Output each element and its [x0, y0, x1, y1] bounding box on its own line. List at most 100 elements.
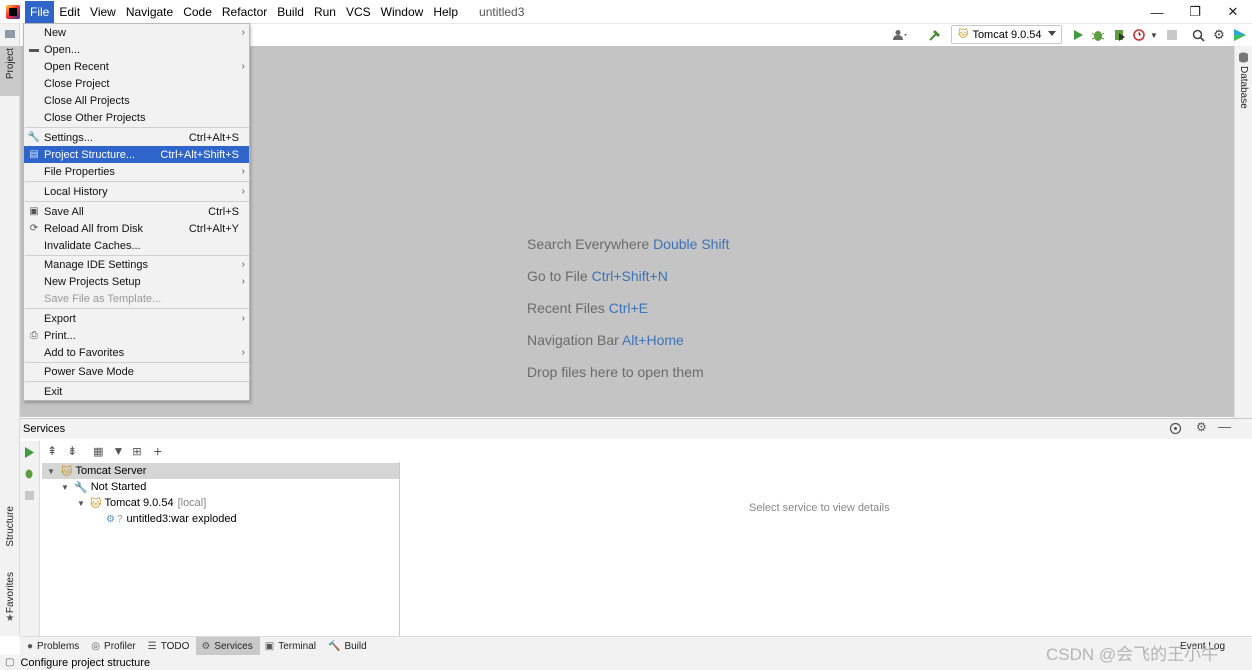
menu-edit[interactable]: Edit [54, 1, 85, 23]
services-tab-icon: ⚙ [201, 640, 211, 652]
menu-item-new-projects-setup[interactable]: New Projects Setup › [24, 273, 249, 290]
wrench-icon: 🔧 [74, 481, 88, 494]
menu-item-save-as-template: Save File as Template... [44, 292, 162, 305]
tomcat-icon: 🐱 [61, 465, 73, 478]
stop-icon[interactable] [1164, 27, 1180, 43]
menu-item-invalidate-caches[interactable]: Invalidate Caches... [24, 237, 249, 254]
chevron-down-icon: ▼ [77, 498, 85, 508]
submenu-arrow-icon: › [241, 61, 245, 72]
menu-item-close-other-projects[interactable]: Close Other Projects [24, 109, 249, 126]
todo-icon: ☰ [147, 640, 157, 652]
database-icon[interactable] [1238, 52, 1249, 63]
menu-item-settings[interactable]: 🔧 Settings... Ctrl+Alt+S [24, 129, 249, 146]
menu-window[interactable]: Window [376, 1, 429, 23]
hide-panel-icon[interactable]: — [1218, 419, 1231, 434]
collapse-all-icon[interactable]: ⇟ [67, 444, 77, 458]
menu-item-open-recent[interactable]: Open Recent › [24, 58, 249, 75]
tab-problems[interactable]: ● Problems [22, 637, 86, 656]
project-structure-icon: ▤ [29, 149, 39, 160]
project-view-icon[interactable] [0, 28, 20, 44]
run-icon[interactable] [1070, 27, 1086, 43]
menu-item-export[interactable]: Export › [24, 310, 249, 327]
menu-item-project-structure[interactable]: ▤ Project Structure... Ctrl+Alt+Shift+S [24, 146, 249, 163]
menu-item-manage-ide-settings[interactable]: Manage IDE Settings › [24, 256, 249, 273]
menu-file[interactable]: File [25, 0, 55, 23]
tab-services[interactable]: ⚙ Services [196, 636, 260, 656]
menu-item-close-all-projects[interactable]: Close All Projects [24, 92, 249, 109]
more-actions-chevron-icon[interactable]: ▼ [1146, 27, 1162, 43]
filter-icon[interactable]: ▼ [113, 444, 125, 458]
menu-item-close-project[interactable]: Close Project [24, 75, 249, 92]
services-run-icon[interactable] [24, 447, 35, 461]
tab-build[interactable]: 🔨 Build [323, 637, 374, 656]
tool-window-favorites[interactable]: Favorites ★ [0, 572, 20, 630]
tree-node-tomcat-server[interactable]: ▼ 🐱 Tomcat Server [42, 463, 399, 479]
hint-go-to-file: Go to File Ctrl+Shift+N [527, 268, 668, 284]
database-tab-label[interactable]: Database [1238, 66, 1249, 109]
project-title: untitled3 [479, 4, 525, 19]
menu-item-save-all[interactable]: ▣ Save All Ctrl+S [24, 203, 249, 220]
menu-item-open[interactable]: ▬ Open... [24, 41, 249, 58]
close-button[interactable]: ✕ [1214, 0, 1252, 24]
submenu-arrow-icon: › [241, 347, 245, 358]
tree-node-tomcat-instance[interactable]: ▼ 🐱 Tomcat 9.0.54 [local] [75, 495, 206, 511]
group-by-icon[interactable]: ▦ [93, 445, 103, 458]
maximize-button[interactable]: ❐ [1176, 0, 1214, 24]
minimize-button[interactable]: — [1138, 0, 1176, 24]
menu-refactor[interactable]: Refactor [217, 1, 272, 23]
tomcat-icon: 🐱 [958, 29, 969, 40]
build-tab-icon: 🔨 [327, 640, 341, 652]
menu-build[interactable]: Build [272, 1, 309, 23]
code-with-me-icon[interactable] [1232, 27, 1248, 43]
settings-gear-icon[interactable]: ⚙ [1211, 27, 1227, 43]
debug-icon[interactable] [1090, 27, 1106, 43]
submenu-arrow-icon: › [241, 313, 245, 324]
tree-node-artifact[interactable]: ⚙ ? untitled3:war exploded [106, 511, 237, 527]
tab-profiler[interactable]: ◎ Profiler [86, 637, 142, 656]
user-icon[interactable] [892, 27, 908, 43]
services-debug-icon[interactable] [23, 467, 35, 482]
menu-item-file-properties[interactable]: File Properties › [24, 163, 249, 180]
menu-item-new[interactable]: New › [24, 24, 249, 41]
menu-item-local-history[interactable]: Local History › [24, 183, 249, 200]
menu-vcs[interactable]: VCS [341, 1, 376, 23]
menu-item-reload-all[interactable]: ⟳ Reload All from Disk Ctrl+Alt+Y [24, 220, 249, 237]
run-with-coverage-icon[interactable] [1112, 27, 1128, 43]
services-settings-gear-icon[interactable]: ⚙ [1196, 420, 1207, 434]
menu-run[interactable]: Run [309, 1, 341, 23]
menu-item-print[interactable]: ⎙ Print... [24, 327, 249, 344]
add-service-icon[interactable]: + [154, 443, 162, 459]
menu-item-exit[interactable]: Exit [24, 383, 249, 400]
expand-all-icon[interactable]: ⇞ [47, 444, 57, 458]
menu-item-add-to-favorites[interactable]: Add to Favorites › [24, 344, 249, 361]
services-detail-placeholder: Select service to view details [749, 502, 890, 514]
status-layout-icon[interactable]: ▢ [5, 657, 14, 668]
hint-navigation-bar: Navigation Bar Alt+Home [527, 332, 684, 348]
menu-item-power-save-mode[interactable]: Power Save Mode [24, 363, 249, 380]
tab-todo[interactable]: ☰ TODO [143, 637, 197, 656]
services-stop-icon[interactable] [25, 491, 34, 503]
menu-help[interactable]: Help [428, 1, 463, 23]
tool-window-project[interactable]: Project [0, 46, 20, 96]
menu-code[interactable]: Code [178, 1, 217, 23]
build-hammer-icon[interactable] [927, 27, 943, 43]
services-tree: ▼ 🐱 Tomcat Server ▼ 🔧 Not Started ▼ 🐱 To… [42, 462, 400, 637]
new-tab-icon[interactable]: ⊞ [132, 445, 141, 458]
menu-navigate[interactable]: Navigate [121, 1, 178, 23]
project-tab-label: Project [4, 48, 16, 80]
main-toolbar: 🐱 Tomcat 9.0.54 ▼ ⚙ [250, 24, 1252, 46]
search-icon[interactable] [1190, 27, 1206, 43]
chevron-down-icon: ▼ [47, 466, 55, 476]
problems-icon: ● [27, 640, 34, 652]
intellij-logo-icon [6, 4, 20, 19]
folder-icon: ▬ [29, 44, 39, 55]
target-icon[interactable] [1169, 422, 1182, 438]
file-menu-dropdown: New › ▬ Open... Open Recent › Close Proj… [23, 23, 250, 401]
chevron-down-icon: ▼ [61, 482, 69, 492]
services-header: Services ⚙ — [20, 419, 1252, 439]
run-configuration-select[interactable]: 🐱 Tomcat 9.0.54 [951, 25, 1062, 44]
tab-terminal[interactable]: ▣ Terminal [260, 637, 323, 656]
tree-node-not-started[interactable]: ▼ 🔧 Not Started [59, 479, 146, 495]
tool-window-structure[interactable]: Structure [0, 506, 20, 558]
menu-view[interactable]: View [85, 1, 121, 23]
